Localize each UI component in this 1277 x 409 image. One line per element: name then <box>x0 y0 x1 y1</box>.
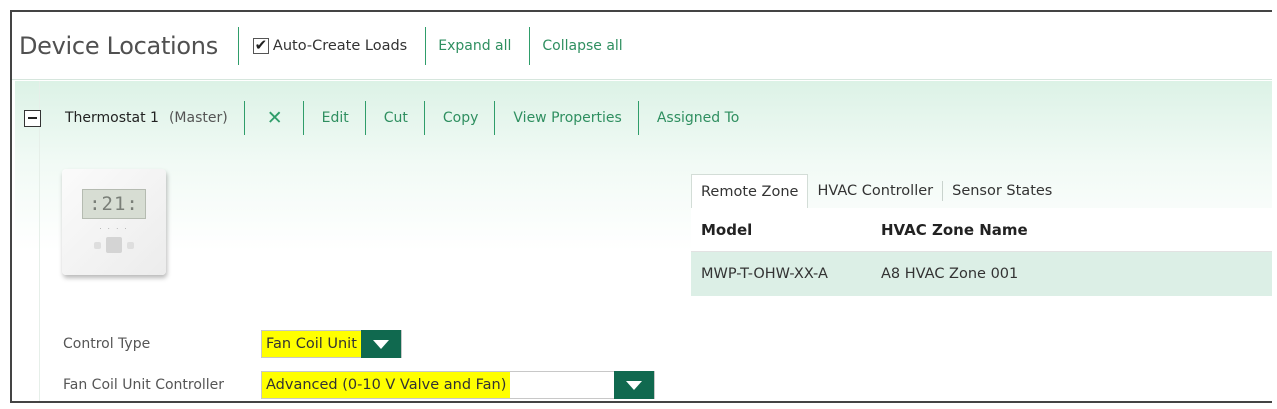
table-row[interactable]: MWP-T-OHW-XX-A A8 HVAC Zone 001 <box>691 252 1272 296</box>
column-header-model[interactable]: Model <box>691 221 881 239</box>
thermostat-button-icon <box>106 237 122 253</box>
top-toolbar: Device Locations ✔ Auto-Create Loads Exp… <box>12 12 1272 80</box>
zone-tabs: Remote Zone HVAC Controller Sensor State… <box>691 174 1061 208</box>
action-divider <box>637 101 639 135</box>
chevron-down-icon[interactable] <box>614 371 654 399</box>
device-locations-panel: Device Locations ✔ Auto-Create Loads Exp… <box>10 10 1272 403</box>
delete-icon[interactable]: ✕ <box>267 107 283 129</box>
table-header-row: Model HVAC Zone Name <box>691 208 1272 252</box>
auto-create-loads-checkbox[interactable]: ✔ <box>252 37 269 54</box>
thermostat-indicator-dots: · · · · <box>99 225 129 233</box>
device-role: (Master) <box>168 110 228 126</box>
control-type-select[interactable]: Fan Coil Unit <box>261 330 402 358</box>
table-cell-model: MWP-T-OHW-XX-A <box>701 266 828 282</box>
view-properties-link[interactable]: View Properties <box>513 110 621 126</box>
device-name: Thermostat 1 <box>65 110 159 126</box>
action-divider <box>423 101 425 135</box>
toolbar-divider <box>425 26 427 65</box>
control-type-row: Control Type Fan Coil Unit <box>63 330 402 358</box>
device-content-area: Thermostat 1 (Master) ✕ Edit Cut Copy Vi… <box>12 81 1272 401</box>
fcu-controller-value: Advanced (0-10 V Valve and Fan) <box>262 372 511 398</box>
device-action-bar: Thermostat 1 (Master) ✕ Edit Cut Copy Vi… <box>15 101 1272 135</box>
action-divider <box>494 101 496 135</box>
column-header-hvac-zone-name[interactable]: HVAC Zone Name <box>881 221 1272 239</box>
toolbar-divider <box>237 26 239 65</box>
tab-sensor-states[interactable]: Sensor States <box>943 174 1061 208</box>
auto-create-loads-label: Auto-Create Loads <box>272 37 408 54</box>
collapse-toggle-button[interactable] <box>24 109 41 127</box>
copy-link[interactable]: Copy <box>443 110 479 126</box>
tab-remote-zone[interactable]: Remote Zone <box>691 174 809 208</box>
thermostat-button-icon <box>94 241 101 249</box>
thermostat-display: :21: <box>82 189 146 219</box>
action-divider <box>243 101 245 135</box>
fcu-controller-label: Fan Coil Unit Controller <box>63 377 225 393</box>
expand-all-link[interactable]: Expand all <box>438 38 511 54</box>
fcu-controller-select[interactable]: Advanced (0-10 V Valve and Fan) <box>261 371 655 399</box>
fcu-controller-row: Fan Coil Unit Controller Advanced (0-10 … <box>63 371 655 399</box>
cut-link[interactable]: Cut <box>384 110 408 126</box>
control-type-value: Fan Coil Unit <box>262 331 361 357</box>
thermostat-buttons <box>94 237 134 253</box>
table-cell-hvac-zone-name: A8 HVAC Zone 001 <box>881 266 1019 282</box>
tab-hvac-controller[interactable]: HVAC Controller <box>808 174 942 208</box>
collapse-all-link[interactable]: Collapse all <box>542 38 622 54</box>
minus-icon <box>28 117 37 119</box>
remote-zone-table: Model HVAC Zone Name MWP-T-OHW-XX-A A8 H… <box>691 208 1272 296</box>
auto-create-loads-toggle[interactable]: ✔ Auto-Create Loads <box>252 37 408 54</box>
action-divider <box>364 101 366 135</box>
assigned-to-link[interactable]: Assigned To <box>657 110 740 126</box>
thermostat-button-icon <box>127 241 134 249</box>
action-divider <box>302 101 304 135</box>
thermostat-image: :21: · · · · <box>62 169 166 275</box>
chevron-down-icon[interactable] <box>360 330 401 358</box>
page-title: Device Locations <box>19 31 218 60</box>
edit-link[interactable]: Edit <box>322 110 349 126</box>
control-type-label: Control Type <box>63 336 151 352</box>
toolbar-divider <box>529 26 531 65</box>
